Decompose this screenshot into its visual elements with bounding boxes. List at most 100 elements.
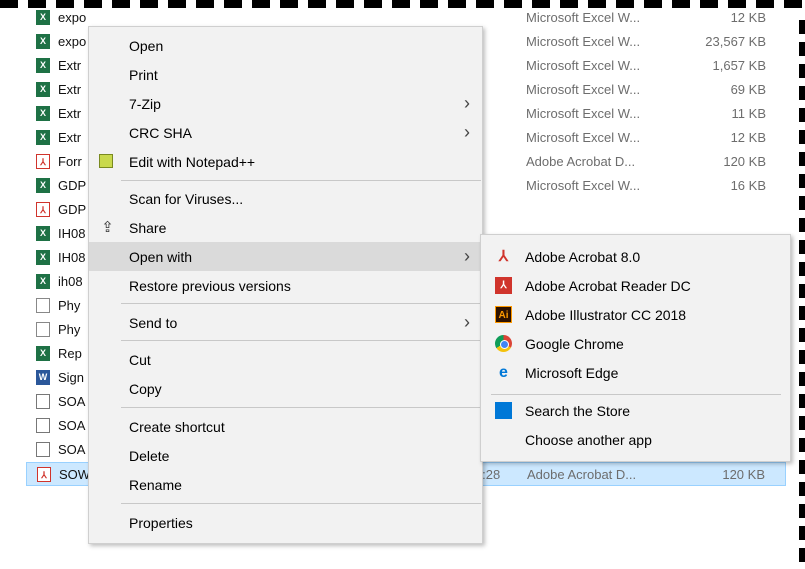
excel-icon: X — [36, 10, 50, 25]
excel-icon: X — [36, 34, 50, 49]
file-type: Microsoft Excel W... — [526, 10, 641, 25]
menu-item-notepad[interactable]: Edit with Notepad++ — [89, 147, 482, 176]
menu-item-restore[interactable]: Restore previous versions — [89, 271, 482, 300]
menu-item-copy[interactable]: Copy — [89, 374, 482, 403]
chevron-right-icon: › — [464, 312, 470, 332]
file-size: 12 KB — [730, 10, 766, 25]
file-type: Microsoft Excel W... — [526, 34, 641, 49]
pdf-icon: ⅄ — [37, 467, 51, 482]
text-file-icon — [36, 322, 50, 337]
share-icon: ⇪ — [101, 219, 114, 236]
submenu-item-label: Google Chrome — [525, 336, 624, 352]
menu-item-open-with[interactable]: Open with › — [89, 242, 482, 271]
menu-item-open[interactable]: Open — [89, 31, 482, 60]
illustrator-icon: Ai — [495, 306, 512, 323]
excel-icon: X — [36, 346, 50, 361]
menu-item-delete[interactable]: Delete — [89, 441, 482, 470]
menu-item-cut[interactable]: Cut — [89, 345, 482, 374]
submenu-item-chrome[interactable]: Google Chrome — [481, 329, 790, 358]
chevron-right-icon: › — [464, 93, 470, 113]
file-size: 1,657 KB — [712, 58, 767, 73]
file-type: Microsoft Excel W... — [526, 130, 641, 145]
acrobat-reader-icon: ⅄ — [495, 277, 512, 294]
file-size: 69 KB — [730, 82, 766, 97]
chrome-icon — [495, 335, 512, 352]
menu-item-send-to[interactable]: Send to › — [89, 308, 482, 337]
menu-item-create-shortcut[interactable]: Create shortcut — [89, 412, 482, 441]
file-type: Microsoft Excel W... — [526, 106, 641, 121]
menu-item-label: Send to — [129, 315, 178, 331]
menu-separator — [121, 340, 481, 341]
submenu-item-edge[interactable]: e Microsoft Edge — [481, 358, 790, 387]
menu-item-label: CRC SHA — [129, 125, 193, 141]
excel-icon: X — [36, 130, 50, 145]
menu-item-label: Share — [129, 220, 167, 236]
tmp-file-icon — [36, 394, 50, 409]
submenu-item-label: Adobe Acrobat Reader DC — [525, 278, 691, 294]
file-name: expo — [58, 10, 87, 25]
submenu-item-label: Choose another app — [525, 432, 652, 448]
chevron-right-icon: › — [464, 122, 470, 142]
file-size: 120 KB — [722, 467, 765, 482]
file-type: Adobe Acrobat D... — [526, 154, 636, 169]
menu-item-label: Open — [129, 38, 164, 54]
menu-item-7zip[interactable]: 7-Zip › — [89, 89, 482, 118]
menu-item-rename[interactable]: Rename — [89, 470, 482, 499]
excel-icon: X — [36, 274, 50, 289]
menu-item-label: Open with — [129, 249, 193, 265]
file-size: 23,567 KB — [705, 34, 766, 49]
menu-item-label: Restore previous versions — [129, 278, 291, 294]
file-type: Microsoft Excel W... — [526, 82, 641, 97]
menu-item-label: 7-Zip — [129, 96, 161, 112]
submenu-item-label: Adobe Illustrator CC 2018 — [525, 307, 687, 323]
file-size: 16 KB — [730, 178, 766, 193]
menu-separator — [121, 303, 481, 304]
submenu-item-choose-app[interactable]: Choose another app — [481, 425, 790, 454]
open-with-submenu: ⅄ Adobe Acrobat 8.0 ⅄ Adobe Acrobat Read… — [480, 234, 791, 462]
store-icon — [495, 402, 512, 419]
pdf-icon: ⅄ — [36, 202, 50, 217]
menu-item-label: Properties — [129, 515, 193, 531]
file-size: 11 KB — [731, 106, 766, 121]
submenu-item-acrobat8[interactable]: ⅄ Adobe Acrobat 8.0 — [481, 242, 790, 271]
screenshot-border-right — [799, 20, 805, 569]
submenu-item-illustrator[interactable]: Ai Adobe Illustrator CC 2018 — [481, 300, 790, 329]
pdf-icon: ⅄ — [36, 154, 50, 169]
menu-item-crc-sha[interactable]: CRC SHA › — [89, 118, 482, 147]
file-type: Microsoft Excel W... — [526, 178, 641, 193]
word-icon: W — [36, 370, 50, 385]
file-type: Adobe Acrobat D... — [527, 467, 637, 482]
text-file-icon — [36, 298, 50, 313]
menu-separator — [121, 407, 481, 408]
menu-separator — [121, 503, 481, 504]
excel-icon: X — [36, 226, 50, 241]
menu-item-label: Copy — [129, 381, 162, 397]
menu-item-scan[interactable]: Scan for Viruses... — [89, 184, 482, 213]
menu-separator — [121, 180, 481, 181]
context-menu: Open Print 7-Zip › CRC SHA › Edit with N… — [88, 26, 483, 544]
tmp-file-icon — [36, 442, 50, 457]
submenu-item-label: Search the Store — [525, 403, 631, 419]
submenu-item-label: Adobe Acrobat 8.0 — [525, 249, 641, 265]
excel-icon: X — [36, 250, 50, 265]
submenu-item-search-store[interactable]: Search the Store — [481, 396, 790, 425]
menu-item-label: Rename — [129, 477, 182, 493]
file-size: 12 KB — [730, 130, 766, 145]
menu-item-label: Create shortcut — [129, 419, 225, 435]
excel-icon: X — [36, 58, 50, 73]
submenu-separator — [491, 394, 781, 395]
submenu-item-label: Microsoft Edge — [525, 365, 619, 381]
menu-item-share[interactable]: ⇪ Share — [89, 213, 482, 242]
submenu-item-acrobat-reader[interactable]: ⅄ Adobe Acrobat Reader DC — [481, 271, 790, 300]
notepad-plus-icon — [99, 154, 113, 168]
excel-icon: X — [36, 82, 50, 97]
menu-item-label: Cut — [129, 352, 151, 368]
menu-item-print[interactable]: Print — [89, 60, 482, 89]
menu-item-label: Scan for Viruses... — [129, 191, 244, 207]
excel-icon: X — [36, 106, 50, 121]
edge-icon: e — [499, 364, 508, 381]
menu-item-properties[interactable]: Properties — [89, 508, 482, 537]
adobe-acrobat-icon: ⅄ — [498, 248, 509, 265]
menu-item-label: Delete — [129, 448, 170, 464]
file-type: Microsoft Excel W... — [526, 58, 641, 73]
